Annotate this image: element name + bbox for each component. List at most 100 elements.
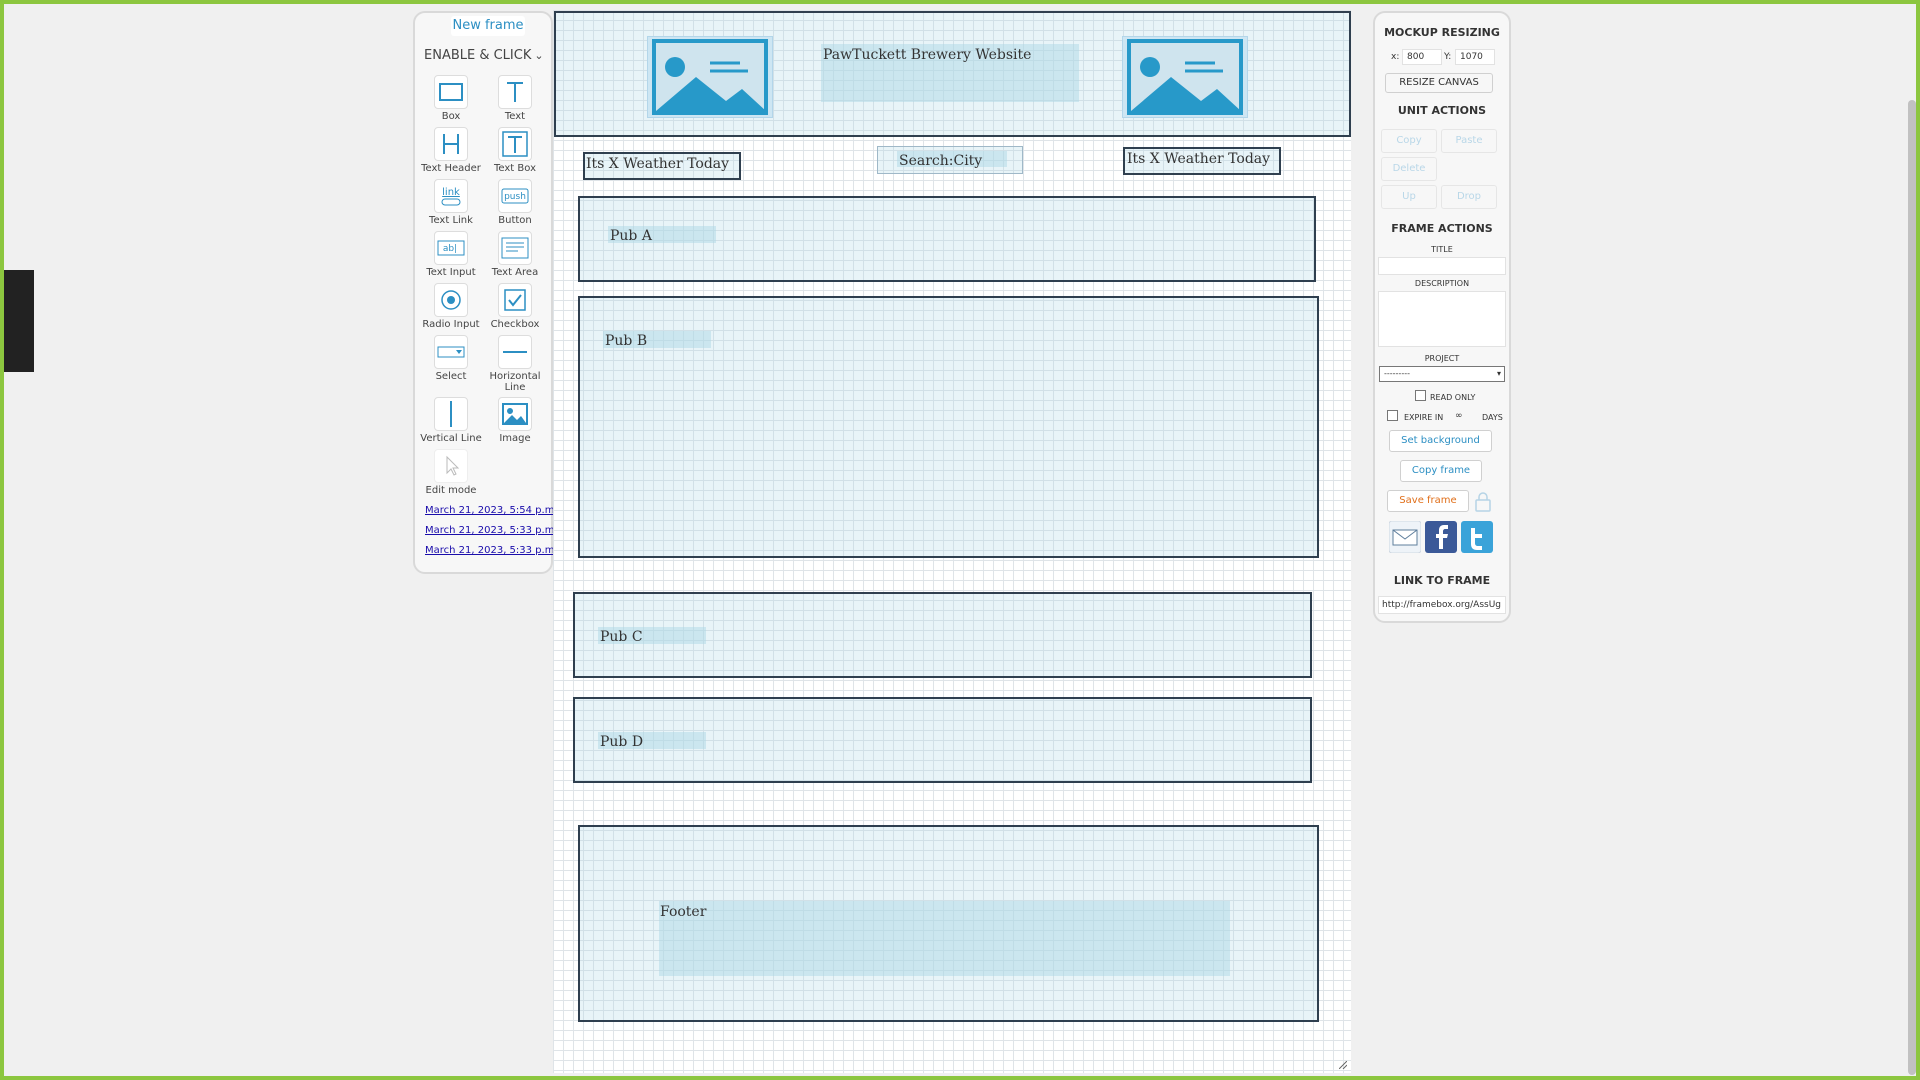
image-icon xyxy=(498,397,532,431)
link-to-frame-heading: LINK TO FRAME xyxy=(1393,574,1491,587)
pub-a-label[interactable]: Pub A xyxy=(610,228,652,244)
copy-frame-button[interactable]: Copy frame xyxy=(1400,460,1482,482)
email-share-icon[interactable] xyxy=(1389,521,1421,553)
tool-vertical-line[interactable]: Vertical Line xyxy=(420,397,482,444)
x-label: x: xyxy=(1391,52,1400,62)
tool-label: Text Box xyxy=(494,163,536,174)
footer-label[interactable]: Footer xyxy=(660,904,706,920)
canvas-width-input[interactable]: 800 xyxy=(1402,49,1442,65)
tool-label: Image xyxy=(499,433,531,444)
tool-button[interactable]: push Button xyxy=(484,179,546,226)
tool-edit-mode[interactable]: Edit mode xyxy=(420,449,482,496)
scrollbar[interactable] xyxy=(1908,100,1916,1075)
box-icon xyxy=(434,75,468,109)
text-area-icon xyxy=(498,231,532,265)
text-box-icon xyxy=(498,127,532,161)
frame-actions-heading: FRAME ACTIONS xyxy=(1391,222,1493,235)
frame-link-input[interactable]: http://framebox.org/AssUg xyxy=(1378,596,1506,614)
tool-image[interactable]: Image xyxy=(484,397,546,444)
tool-label: Checkbox xyxy=(490,319,540,330)
input-glyph: ab| xyxy=(443,244,457,254)
copy-button[interactable]: Copy xyxy=(1381,129,1437,153)
pub-b-label[interactable]: Pub B xyxy=(605,333,647,349)
expire-label: EXPIRE IN xyxy=(1404,413,1444,422)
read-only-checkbox[interactable] xyxy=(1415,390,1426,401)
twitter-share-icon[interactable] xyxy=(1461,521,1493,553)
history-link[interactable]: March 21, 2023, 5:54 p.m. xyxy=(425,501,558,521)
tool-label: Vertical Line xyxy=(420,433,482,444)
tool-label: Text Header xyxy=(421,163,481,174)
history-link[interactable]: March 21, 2023, 5:33 p.m. xyxy=(425,521,558,541)
history-link[interactable]: March 21, 2023, 5:33 p.m. xyxy=(425,541,558,561)
mockup-resizing-heading: MOCKUP RESIZING xyxy=(1384,26,1500,39)
tool-label: Text Area xyxy=(491,267,539,278)
side-tab[interactable] xyxy=(4,270,34,372)
tool-label: Horizontal Line xyxy=(489,371,541,393)
project-select[interactable]: --------- ▾ xyxy=(1379,366,1505,382)
tool-label: Edit mode xyxy=(425,485,477,496)
push-glyph: push xyxy=(504,192,526,202)
radio-icon xyxy=(434,283,468,317)
tool-horizontal-line[interactable]: Horizontal Line xyxy=(484,335,546,393)
drop-button[interactable]: Drop xyxy=(1441,185,1497,209)
tool-label: Text xyxy=(504,111,526,122)
new-frame-button[interactable]: New frame xyxy=(451,16,525,36)
save-frame-button[interactable]: Save frame xyxy=(1387,490,1469,512)
tool-text[interactable]: Text xyxy=(484,75,546,122)
checkbox-icon xyxy=(498,283,532,317)
footer-highlight xyxy=(659,901,1230,976)
tool-box[interactable]: Box xyxy=(420,75,482,122)
paste-button[interactable]: Paste xyxy=(1441,129,1497,153)
expire-days-input[interactable]: ∞ xyxy=(1455,411,1463,421)
image-placeholder-icon xyxy=(1127,39,1243,115)
y-label: Y: xyxy=(1444,52,1452,62)
header-image-left[interactable] xyxy=(647,36,773,118)
canvas-height-input[interactable]: 1070 xyxy=(1455,49,1495,65)
tool-text-area[interactable]: Text Area xyxy=(484,231,546,278)
site-title[interactable]: PawTuckett Brewery Website xyxy=(823,47,1031,63)
chevron-down-icon: ⌄ xyxy=(534,49,544,62)
header-image-right[interactable] xyxy=(1122,36,1248,118)
text-icon xyxy=(498,75,532,109)
weather-right-text[interactable]: Its X Weather Today xyxy=(1127,151,1270,167)
set-background-button[interactable]: Set background xyxy=(1389,430,1492,452)
description-label: DESCRIPTION xyxy=(1414,279,1470,288)
image-placeholder-icon xyxy=(652,39,768,115)
pub-d-label[interactable]: Pub D xyxy=(600,734,643,750)
project-label: PROJECT xyxy=(1424,354,1460,363)
expire-checkbox[interactable] xyxy=(1387,410,1398,421)
tool-label: Box xyxy=(441,111,461,122)
project-select-value: --------- xyxy=(1384,369,1410,378)
tool-text-header[interactable]: Text Header xyxy=(420,127,482,174)
properties-panel: MOCKUP RESIZING x: 800 Y: 1070 RESIZE CA… xyxy=(1373,11,1511,623)
title-input[interactable] xyxy=(1378,257,1506,275)
search-text[interactable]: Search:City xyxy=(899,153,982,169)
horizontal-line-icon xyxy=(498,335,532,369)
tool-label: Text Link xyxy=(429,215,473,226)
tool-label: Radio Input xyxy=(422,319,480,330)
history-list: March 21, 2023, 5:54 p.m. March 21, 2023… xyxy=(425,501,558,561)
tool-text-input[interactable]: ab| Text Input xyxy=(420,231,482,278)
resize-grip-icon[interactable] xyxy=(1339,1061,1347,1069)
tool-select[interactable]: Select xyxy=(420,335,482,382)
pub-c-label[interactable]: Pub C xyxy=(600,629,643,645)
up-button[interactable]: Up xyxy=(1381,185,1437,209)
tool-radio-input[interactable]: Radio Input xyxy=(420,283,482,330)
days-label: DAYS xyxy=(1482,413,1503,422)
mockup-canvas[interactable]: PawTuckett Brewery Website Its X Weather… xyxy=(553,10,1351,1073)
button-icon: push xyxy=(498,179,532,213)
tool-text-link[interactable]: link Text Link xyxy=(420,179,482,226)
mode-label: ENABLE & CLICK xyxy=(424,48,532,63)
weather-left-text[interactable]: Its X Weather Today xyxy=(586,156,729,172)
lock-icon[interactable] xyxy=(1474,492,1492,512)
mode-dropdown[interactable]: ENABLE & CLICK ⌄ xyxy=(424,48,544,63)
cursor-icon xyxy=(434,449,468,483)
title-label: TITLE xyxy=(1431,245,1453,254)
facebook-share-icon[interactable] xyxy=(1425,521,1457,553)
delete-button[interactable]: Delete xyxy=(1381,157,1437,181)
tool-checkbox[interactable]: Checkbox xyxy=(484,283,546,330)
tool-text-box[interactable]: Text Box xyxy=(484,127,546,174)
resize-canvas-button[interactable]: RESIZE CANVAS xyxy=(1385,73,1493,93)
description-textarea[interactable] xyxy=(1378,291,1506,347)
chevron-down-icon: ▾ xyxy=(1496,369,1501,378)
